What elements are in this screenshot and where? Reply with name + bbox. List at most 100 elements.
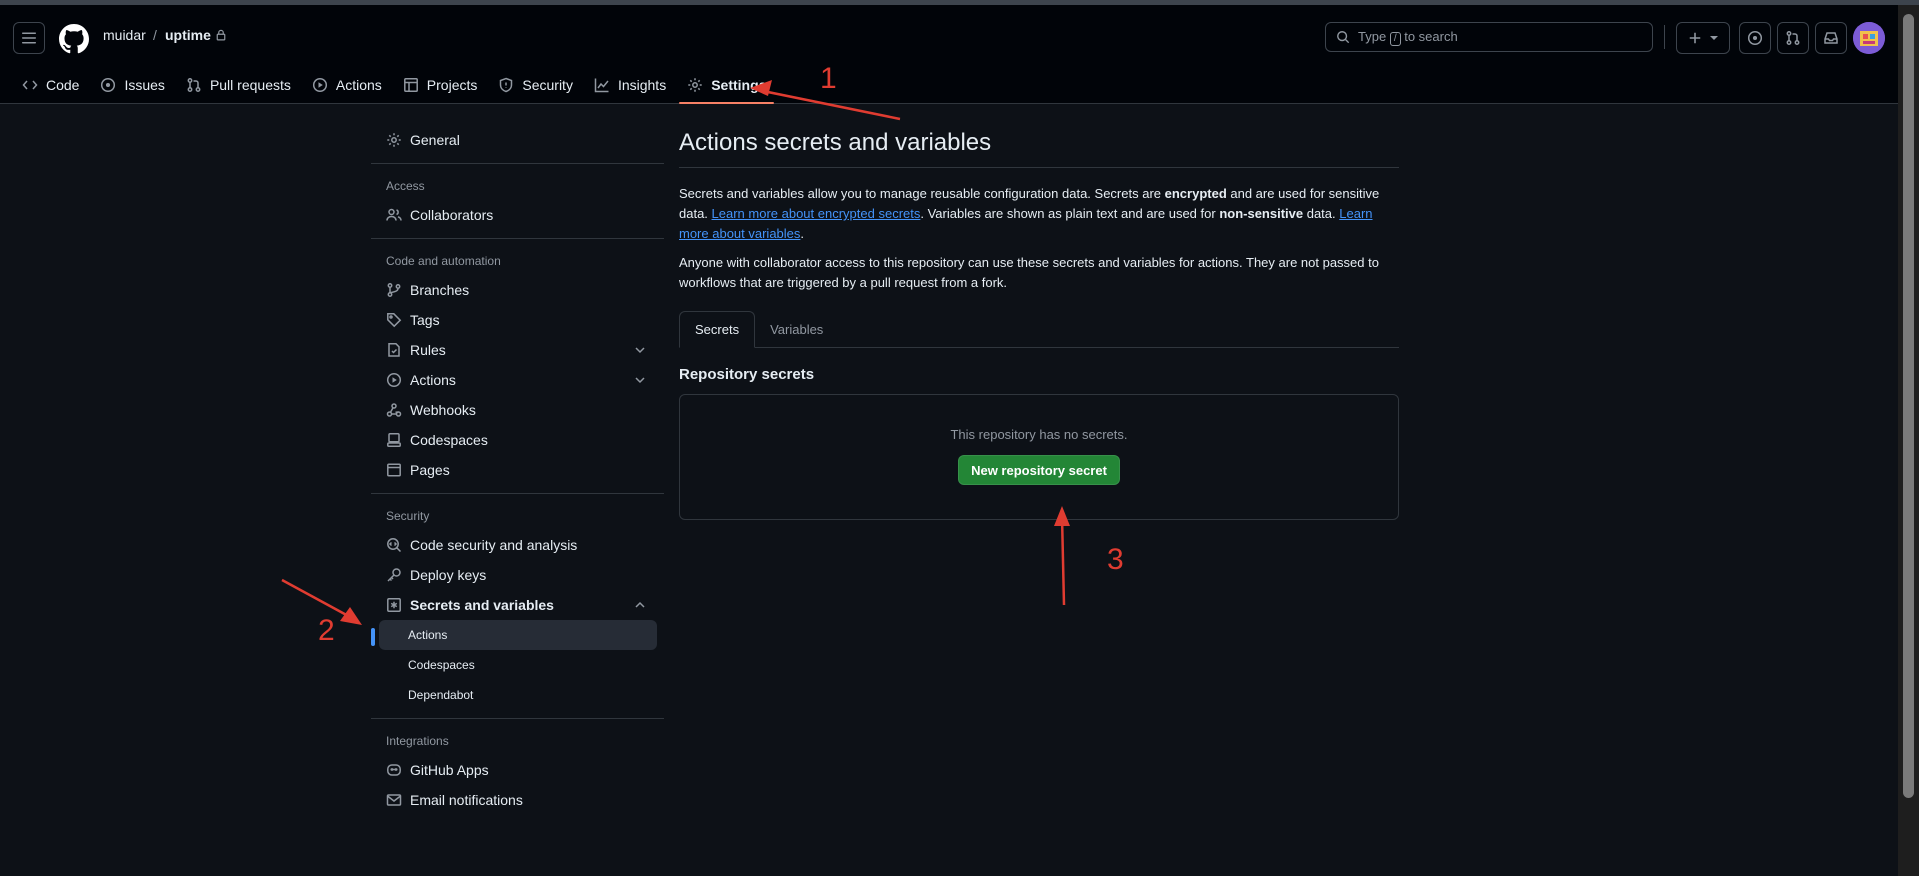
sidebar-item-pages[interactable]: Pages [371, 455, 664, 485]
issue-opened-icon [1747, 30, 1763, 46]
search-input[interactable]: Type / to search [1325, 22, 1653, 52]
scrollbar-thumb[interactable] [1903, 14, 1914, 798]
repo-name-link[interactable]: uptime [165, 27, 227, 43]
nav-tab-actions[interactable]: Actions [304, 67, 390, 103]
repository-secrets-heading: Repository secrets [679, 366, 815, 383]
menu-button[interactable] [13, 22, 45, 54]
secrets-variables-tabs: Secrets Variables [679, 311, 1399, 348]
sidebar-heading-integrations: Integrations [386, 734, 449, 748]
chevron-up-icon [635, 601, 645, 608]
avatar-image-icon [1853, 22, 1885, 54]
nav-tab-projects[interactable]: Projects [395, 67, 486, 103]
description-text: Secrets and variables allow you to manag… [679, 186, 1165, 201]
nav-tab-label: Issues [124, 77, 165, 93]
sidebar-divider [371, 493, 664, 494]
mail-icon [386, 794, 402, 806]
sidebar-item-label: Webhooks [410, 402, 476, 418]
tab-secrets[interactable]: Secrets [679, 311, 756, 348]
sidebar-item-label: Pages [410, 462, 450, 478]
hamburger-icon [22, 32, 36, 44]
sidebar-divider [371, 238, 664, 239]
sidebar-item-label: General [410, 132, 460, 148]
nav-tab-label: Actions [335, 77, 382, 93]
sidebar-item-webhooks[interactable]: Webhooks [371, 395, 664, 425]
key-icon [387, 568, 401, 582]
sidebar-item-label: Tags [410, 312, 440, 328]
nav-tab-security[interactable]: Security [490, 67, 581, 103]
sidebar-item-label: Actions [410, 372, 456, 388]
hubot-icon [387, 764, 401, 776]
sidebar-subitem-actions[interactable]: Actions [379, 620, 657, 650]
active-item-indicator [371, 628, 375, 646]
repo-nav-tabs: Code Issues Pull requests Actions Projec… [0, 67, 775, 104]
sidebar-item-actions[interactable]: Actions [371, 365, 664, 395]
sidebar-subitem-dependabot[interactable]: Dependabot [371, 680, 664, 710]
chevron-down-icon [635, 347, 645, 354]
pull-requests-button[interactable] [1777, 22, 1809, 54]
sidebar-item-label: Branches [410, 282, 470, 298]
nav-tab-pull-requests[interactable]: Pull requests [178, 67, 299, 103]
arrow-2-shaft [281, 578, 353, 620]
inbox-button[interactable] [1815, 22, 1847, 54]
github-logo-icon[interactable] [59, 24, 89, 54]
sidebar-subitem-codespaces[interactable]: Codespaces [371, 650, 664, 680]
sidebar-item-secrets-variables[interactable]: Secrets and variables [371, 590, 664, 620]
sidebar-item-codespaces[interactable]: Codespaces [371, 425, 664, 455]
plus-icon [1689, 32, 1701, 44]
gear-icon [387, 133, 401, 147]
description-paragraph: Secrets and variables allow you to manag… [679, 184, 1399, 244]
nav-tab-insights[interactable]: Insights [586, 67, 674, 103]
sidebar-item-tags[interactable]: Tags [371, 305, 664, 335]
sidebar-item-label: Deploy keys [410, 567, 487, 583]
description-bold: non-sensitive [1219, 206, 1304, 221]
nav-tab-label: Insights [617, 77, 667, 93]
sidebar-item-collaborators[interactable]: Collaborators [371, 200, 664, 230]
sidebar-item-branches[interactable]: Branches [371, 275, 664, 305]
issues-button[interactable] [1739, 22, 1771, 54]
description-bold: encrypted [1164, 186, 1227, 201]
code-icon [22, 80, 38, 90]
nav-tab-issues[interactable]: Issues [92, 67, 172, 103]
sidebar-item-code-security[interactable]: Code security and analysis [371, 530, 664, 560]
sidebar-item-label: Email notifications [410, 792, 523, 808]
chevron-down-icon [635, 377, 645, 384]
sidebar-item-email-notifications[interactable]: Email notifications [371, 785, 664, 815]
sidebar-heading-security: Security [386, 509, 430, 523]
sidebar-divider [371, 718, 664, 719]
people-icon [386, 208, 402, 221]
table-icon [403, 78, 418, 92]
secrets-empty-box: This repository has no secrets. New repo… [679, 394, 1399, 520]
sidebar-item-label: Codespaces [410, 432, 488, 448]
new-repository-secret-button[interactable]: New repository secret [958, 455, 1120, 485]
browser-icon [387, 463, 401, 477]
play-icon [312, 77, 327, 93]
sidebar-item-label: GitHub Apps [410, 762, 489, 778]
empty-state-message: This repository has no secrets. [950, 427, 1128, 442]
nav-tab-label: Settings [711, 77, 767, 93]
avatar[interactable] [1853, 22, 1885, 54]
learn-more-secrets-link[interactable]: Learn more about encrypted secrets [712, 206, 921, 221]
sidebar-item-github-apps[interactable]: GitHub Apps [371, 755, 664, 785]
nav-tab-label: Pull requests [209, 77, 291, 93]
annotation-number-3: 3 [1107, 543, 1124, 576]
sidebar-item-rules[interactable]: Rules [371, 335, 664, 365]
nav-tab-code[interactable]: Code [14, 67, 87, 103]
webhook-icon [386, 403, 402, 417]
sidebar-item-deploy-keys[interactable]: Deploy keys [371, 560, 664, 590]
git-pull-request-icon [1786, 31, 1800, 45]
sidebar-heading-code-automation: Code and automation [386, 254, 501, 268]
nav-tab-settings[interactable]: Settings [679, 67, 775, 104]
description-text: . [800, 226, 805, 241]
sidebar-item-general[interactable]: General [371, 125, 664, 155]
create-new-button[interactable] [1676, 22, 1730, 54]
tab-variables[interactable]: Variables [755, 311, 838, 347]
lock-icon [216, 29, 226, 41]
search-placeholder: Type / to search [1358, 28, 1458, 46]
repo-owner-link[interactable]: muidar [103, 27, 146, 43]
sidebar-item-label: Code security and analysis [410, 537, 578, 553]
nav-tab-label: Projects [426, 77, 478, 93]
sidebar-heading-access: Access [386, 179, 425, 193]
annotation-number-1: 1 [820, 62, 837, 95]
header-top-row: muidar / uptime Type / to search [0, 5, 1898, 67]
repo-header: muidar / uptime Type / to search Code Is… [0, 5, 1898, 104]
